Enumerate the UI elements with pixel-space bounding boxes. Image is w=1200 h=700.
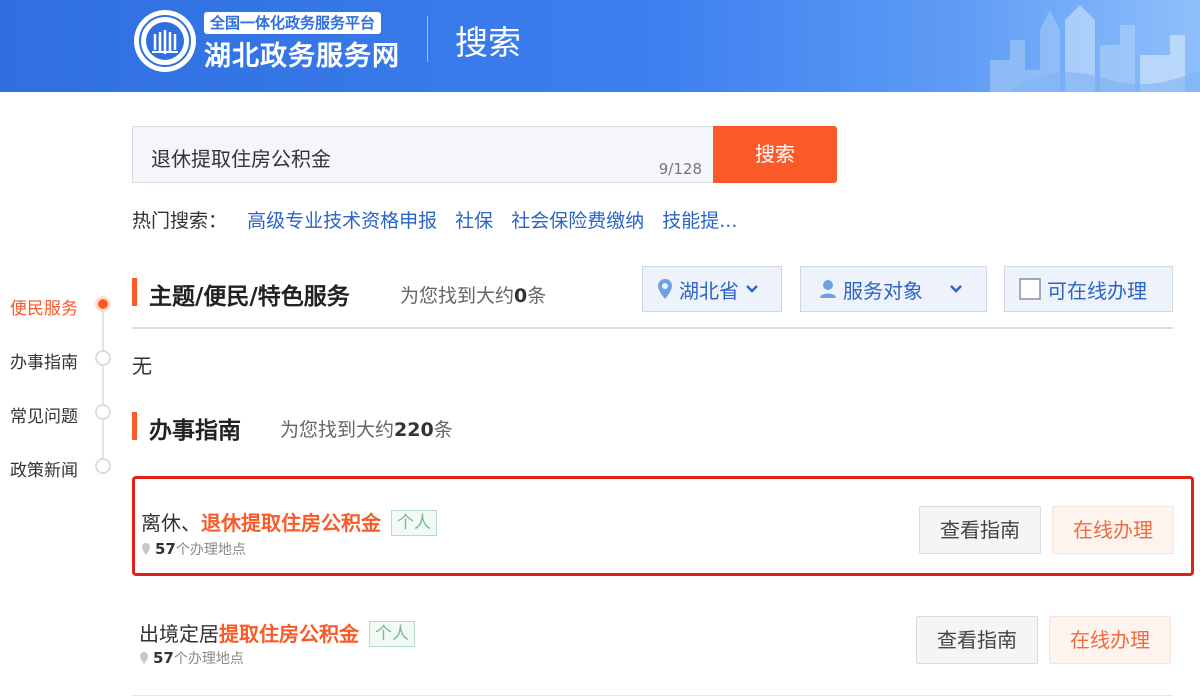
site-header: 全国一体化政务服务平台 湖北政务服务网 搜索 (0, 0, 1200, 92)
site-emblem-logo[interactable] (134, 10, 196, 72)
header-divider (427, 16, 428, 62)
side-nav-item-bianmin[interactable]: 便民服务 (10, 294, 78, 319)
view-guide-button[interactable]: 查看指南 (916, 616, 1038, 664)
hot-search-link[interactable]: 社会保险费缴纳 (511, 210, 644, 232)
online-only-label: 可在线办理 (1047, 278, 1147, 303)
online-only-checkbox[interactable]: 可在线办理 (1004, 266, 1173, 312)
location-pin-icon (142, 543, 150, 555)
side-nav-dot (95, 458, 111, 474)
result-title[interactable]: 出境定居提取住房公积金 个人 (139, 618, 415, 647)
result-card-highlighted: 离休、退休提取住房公积金 个人 57个办理地点 查看指南 在线办理 (132, 476, 1194, 576)
platform-tag: 全国一体化政务服务平台 (204, 12, 382, 34)
hot-search-label: 热门搜索： (132, 210, 228, 232)
section-found-theme: 为您找到大约0条 (400, 285, 547, 307)
city-skyline-illustration (990, 5, 1200, 92)
section-accent-bar (132, 278, 137, 306)
location-pin-icon (140, 652, 148, 664)
hot-search-link[interactable]: 技能提... (662, 210, 737, 232)
side-nav-dot (95, 404, 111, 420)
person-icon (819, 279, 837, 299)
chevron-down-icon (949, 284, 963, 294)
side-nav-timeline (102, 305, 104, 467)
site-name[interactable]: 湖北政务服务网 (204, 34, 400, 73)
hot-search-link[interactable]: 高级专业技术资格申报 (247, 210, 437, 232)
search-query-text: 退休提取住房公积金 (151, 147, 331, 171)
hot-search-link[interactable]: 社保 (455, 210, 493, 232)
side-nav-dot-active (95, 296, 111, 312)
result-title[interactable]: 离休、退休提取住房公积金 个人 (141, 507, 437, 536)
emblem-icon (139, 15, 191, 67)
section-title-theme: 主题/便民/特色服务 (149, 284, 350, 310)
location-pin-icon (657, 278, 673, 300)
audience-tag: 个人 (369, 621, 415, 647)
online-apply-button[interactable]: 在线办理 (1049, 616, 1171, 664)
result-location-info: 57个办理地点 (141, 539, 246, 559)
chevron-down-icon (745, 284, 759, 294)
online-apply-button[interactable]: 在线办理 (1052, 506, 1174, 554)
side-nav-dot (95, 350, 111, 366)
empty-result-text: 无 (132, 354, 152, 378)
result-card: 出境定居提取住房公积金 个人 57个办理地点 查看指南 在线办理 (132, 590, 1194, 690)
checkbox-icon (1019, 278, 1041, 300)
result-divider (132, 695, 1173, 696)
audience-tag: 个人 (391, 510, 437, 536)
view-guide-button[interactable]: 查看指南 (919, 506, 1041, 554)
section-title-guide: 办事指南 (149, 418, 241, 444)
side-nav-item-faq[interactable]: 常见问题 (10, 402, 78, 427)
hot-search: 热门搜索： 高级专业技术资格申报 社保 社会保险费缴纳 技能提... (132, 206, 749, 233)
region-filter-label: 湖北省 (679, 278, 739, 303)
audience-filter-label: 服务对象 (843, 278, 923, 303)
side-nav-item-news[interactable]: 政策新闻 (10, 456, 78, 481)
region-filter-dropdown[interactable]: 湖北省 (642, 266, 782, 312)
side-nav-item-guide[interactable]: 办事指南 (10, 348, 78, 373)
search-input[interactable]: 退休提取住房公积金 9/128 (132, 126, 714, 183)
section-accent-bar (132, 412, 137, 440)
result-location-info: 57个办理地点 (139, 648, 244, 668)
section-found-guide: 为您找到大约220条 (280, 419, 453, 441)
search-button[interactable]: 搜索 (713, 126, 837, 183)
search-char-count: 9/128 (658, 160, 702, 178)
page-title: 搜索 (455, 23, 521, 62)
section-underline (132, 327, 1173, 329)
audience-filter-dropdown[interactable]: 服务对象 (800, 266, 987, 312)
